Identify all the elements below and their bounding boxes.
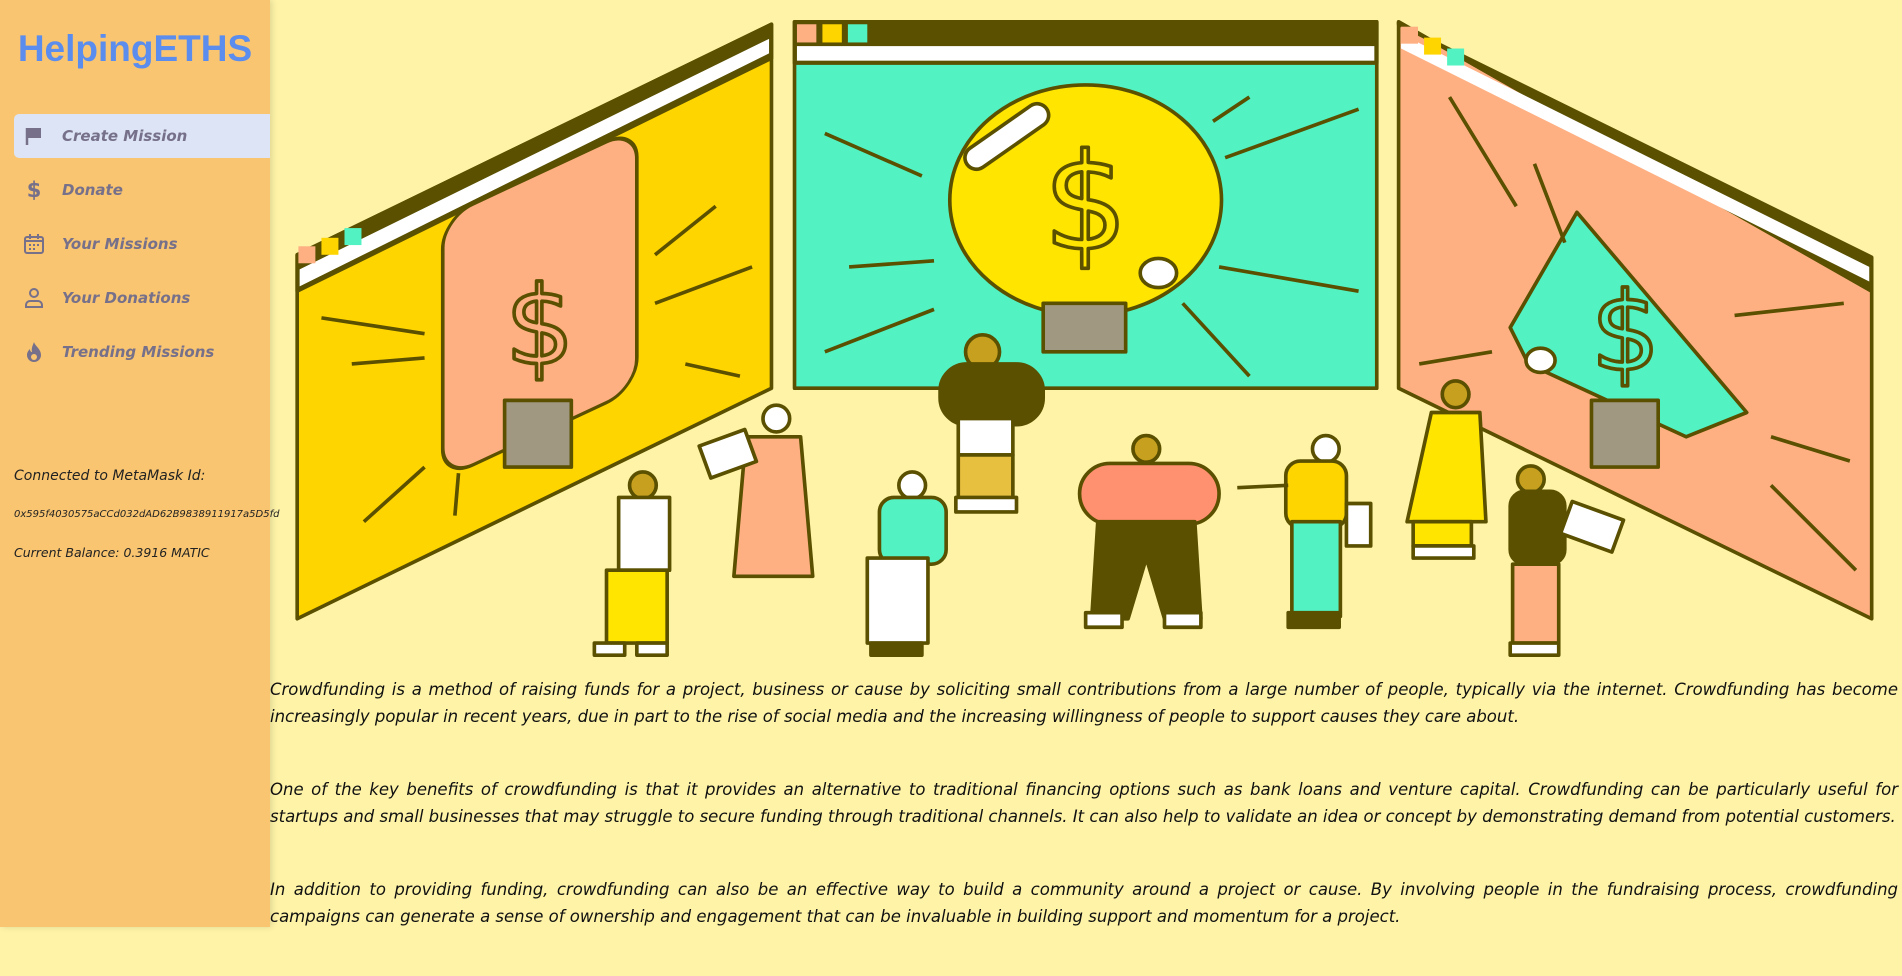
paragraph: One of the key benefits of crowdfunding … xyxy=(270,780,1898,826)
calendar-icon xyxy=(22,232,46,256)
about-crowdfunding-text: Crowdfunding is a method of raising fund… xyxy=(270,676,1898,976)
flag-icon xyxy=(22,124,46,148)
crowdfunding-illustration: $ $ $ xyxy=(295,20,1874,657)
svg-text:$: $ xyxy=(1591,269,1660,396)
sidebar: HelpingETHS Create Mission $ Donate Your… xyxy=(0,0,279,927)
wallet-balance: Current Balance: 0.3916 MATIC xyxy=(14,545,210,560)
sidebar-nav: Create Mission $ Donate Your Missions Yo… xyxy=(14,114,270,384)
sidebar-item-label: Donate xyxy=(62,181,123,199)
sidebar-item-label: Create Mission xyxy=(62,127,188,145)
dollar-icon: $ xyxy=(26,178,42,202)
brand-logo[interactable]: HelpingETHS xyxy=(0,28,270,70)
fire-icon xyxy=(22,340,46,364)
user-icon xyxy=(22,286,46,310)
sidebar-item-trending-missions[interactable]: Trending Missions xyxy=(14,330,270,374)
paragraph: Crowdfunding is a method of raising fund… xyxy=(270,680,1898,726)
svg-text:$: $ xyxy=(505,263,574,390)
paragraph: In addition to providing funding, crowdf… xyxy=(270,880,1898,926)
left-screen-illustration: $ xyxy=(295,22,774,621)
sidebar-item-label: Trending Missions xyxy=(62,343,215,361)
svg-text:$: $ xyxy=(1043,126,1128,281)
middle-screen-illustration: $ xyxy=(792,20,1379,391)
sidebar-item-label: Your Donations xyxy=(62,289,191,307)
sidebar-item-your-missions[interactable]: Your Missions xyxy=(14,222,270,266)
wallet-id: 0x595f4030575aCCd032dAD62B9838911917a5D5… xyxy=(14,509,280,520)
sidebar-item-your-donations[interactable]: Your Donations xyxy=(14,276,270,320)
sidebar-item-label: Your Missions xyxy=(62,235,178,253)
sidebar-item-create-mission[interactable]: Create Mission xyxy=(14,114,270,158)
metamask-connected-label: Connected to MetaMask Id: xyxy=(14,468,206,484)
sidebar-item-donate[interactable]: $ Donate xyxy=(14,168,270,212)
